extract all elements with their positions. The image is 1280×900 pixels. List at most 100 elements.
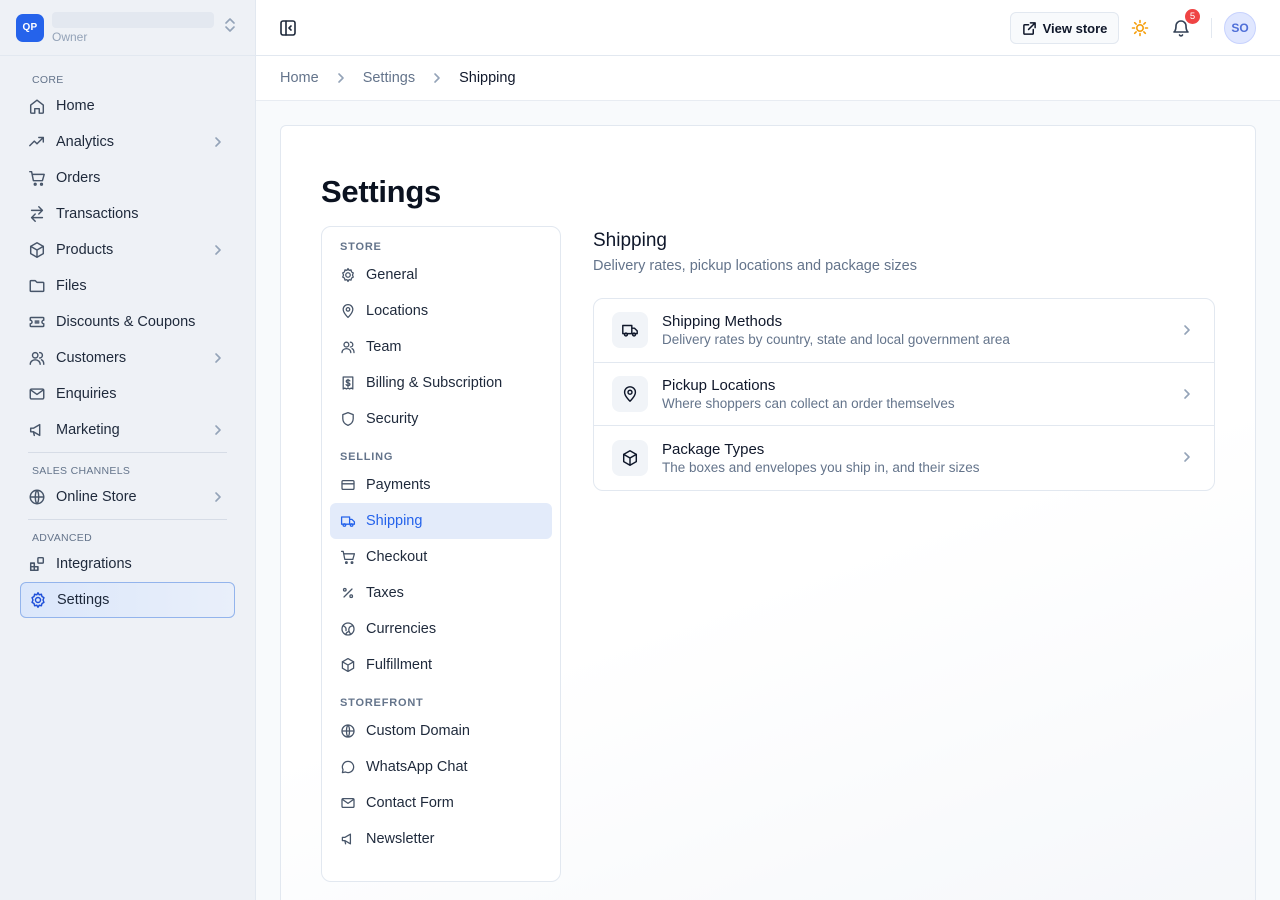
sidebar-item-transactions[interactable]: Transactions — [20, 196, 235, 232]
pin-icon — [612, 375, 648, 412]
sidebar-item-enquiries[interactable]: Enquiries — [20, 376, 235, 412]
settings-nav-general[interactable]: General — [330, 257, 552, 293]
panel-subtitle: Delivery rates, pickup locations and pac… — [593, 258, 917, 274]
sidebar-item-label: Analytics — [56, 134, 115, 150]
settings-nav-contact-form[interactable]: Contact Form — [330, 785, 552, 821]
settings-nav-currencies[interactable]: Currencies — [330, 611, 552, 647]
option-title: Package Types — [662, 440, 765, 458]
option-title: Shipping Methods — [662, 313, 783, 331]
cart-icon — [28, 169, 46, 187]
settings-nav-payments[interactable]: Payments — [330, 467, 552, 503]
settings-section-label: STOREFRONT — [340, 697, 424, 709]
settings-nav-checkout[interactable]: Checkout — [330, 539, 552, 575]
users-icon — [28, 349, 46, 367]
settings-nav-taxes[interactable]: Taxes — [330, 575, 552, 611]
settings-nav-fulfillment[interactable]: Fulfillment — [330, 647, 552, 683]
chevron-right-icon — [211, 243, 225, 257]
nav-divider — [28, 452, 227, 453]
globe-icon — [340, 723, 356, 739]
pin-icon — [340, 303, 356, 319]
folder-icon — [28, 277, 46, 295]
percent-icon — [340, 585, 356, 601]
chat-icon — [340, 759, 356, 775]
chevron-right-icon — [1180, 323, 1194, 337]
sidebar-item-customers[interactable]: Customers — [20, 340, 235, 376]
sidebar-item-online-store[interactable]: Online Store — [20, 479, 235, 515]
workspace-name-placeholder — [52, 11, 214, 28]
sidebar-item-label: Transactions — [56, 206, 139, 222]
users-icon — [340, 339, 356, 355]
sidebar-item-settings[interactable]: Settings — [20, 582, 235, 618]
shield-icon — [340, 411, 356, 427]
sidebar-item-label: Customers — [56, 350, 127, 366]
chevron-right-icon — [211, 490, 225, 504]
settings-nav-shipping[interactable]: Shipping — [330, 503, 552, 539]
cart-icon — [340, 549, 356, 565]
chevron-right-icon — [1180, 450, 1194, 464]
megaphone-icon — [340, 831, 356, 847]
topbar: View store 5 SO — [256, 0, 1280, 56]
sidebar-item-label: Online Store — [56, 489, 137, 505]
settings-card: Settings STORE General Locations Team Billin… — [280, 125, 1256, 900]
sidebar-item-integrations[interactable]: Integrations — [20, 546, 235, 582]
settings-nav-newsletter[interactable]: Newsletter — [330, 821, 552, 857]
sidebar-toggle-icon[interactable] — [278, 18, 298, 38]
truck-icon — [340, 513, 356, 529]
panel-title: Shipping — [593, 230, 667, 251]
option-row-pickup-locations[interactable]: Pickup Locations Where shoppers can colle… — [594, 363, 1214, 426]
sidebar-item-marketing[interactable]: Marketing — [20, 412, 235, 448]
settings-nav: STORE General Locations Team Billing & Subsc… — [321, 226, 561, 882]
settings-nav-security[interactable]: Security — [330, 401, 552, 437]
sidebar-item-label: Discounts & Coupons — [56, 314, 196, 330]
workspace-switcher[interactable]: QP Owner — [0, 0, 255, 56]
sidebar-item-label: Home — [56, 98, 95, 114]
breadcrumb-settings[interactable]: Settings — [363, 70, 415, 86]
settings-nav-team[interactable]: Team — [330, 329, 552, 365]
option-description: The boxes and envelopes you ship in, and… — [662, 459, 980, 475]
settings-section-label: SELLING — [340, 451, 394, 463]
nav-section-label: CORE — [32, 74, 64, 86]
megaphone-icon — [28, 421, 46, 439]
box-icon — [612, 439, 648, 476]
breadcrumb-current: Shipping — [459, 70, 516, 86]
settings-nav-label: Team — [366, 339, 402, 355]
sidebar-item-label: Marketing — [56, 422, 120, 438]
settings-nav-label: Shipping — [366, 513, 423, 529]
avatar[interactable]: SO — [1224, 12, 1256, 44]
settings-nav-label: Custom Domain — [366, 723, 470, 739]
settings-nav-custom-domain[interactable]: Custom Domain — [330, 713, 552, 749]
workspace-logo: QP — [16, 13, 44, 42]
sidebar-item-discounts-coupons[interactable]: Discounts & Coupons — [20, 304, 235, 340]
truck-icon — [612, 312, 648, 349]
option-row-package-types[interactable]: Package Types The boxes and envelopes you… — [594, 426, 1214, 490]
sidebar-item-orders[interactable]: Orders — [20, 160, 235, 196]
sidebar-item-home[interactable]: Home — [20, 88, 235, 124]
receipt-icon — [340, 375, 356, 391]
settings-nav-label: Contact Form — [366, 795, 454, 811]
main-nav: CORE Home Analytics Orders Transactions Produ… — [0, 56, 255, 618]
view-store-button[interactable]: View store — [1010, 12, 1119, 44]
globe-icon — [28, 488, 46, 506]
settings-nav-label: Payments — [366, 477, 431, 493]
sidebar-item-analytics[interactable]: Analytics — [20, 124, 235, 160]
sun-icon[interactable] — [1131, 19, 1149, 37]
chevron-right-icon — [211, 135, 225, 149]
settings-nav-label: Taxes — [366, 585, 404, 601]
option-row-shipping-methods[interactable]: Shipping Methods Delivery rates by countr… — [594, 299, 1214, 363]
chevron-right-icon — [335, 72, 347, 84]
settings-nav-billing-subscription[interactable]: Billing & Subscription — [330, 365, 552, 401]
box-icon — [340, 657, 356, 673]
sidebar-item-label: Integrations — [56, 556, 132, 572]
sidebar-item-products[interactable]: Products — [20, 232, 235, 268]
home-icon — [28, 97, 46, 115]
settings-nav-locations[interactable]: Locations — [330, 293, 552, 329]
sidebar-item-files[interactable]: Files — [20, 268, 235, 304]
option-description: Where shoppers can collect an order them… — [662, 395, 955, 411]
notification-badge: 5 — [1185, 9, 1200, 24]
settings-nav-whatsapp-chat[interactable]: WhatsApp Chat — [330, 749, 552, 785]
workspace-role: Owner — [52, 29, 88, 44]
settings-nav-label: WhatsApp Chat — [366, 759, 468, 775]
breadcrumb-home[interactable]: Home — [280, 70, 319, 86]
option-description: Delivery rates by country, state and loc… — [662, 332, 1010, 348]
sidebar-item-label: Files — [56, 278, 87, 294]
